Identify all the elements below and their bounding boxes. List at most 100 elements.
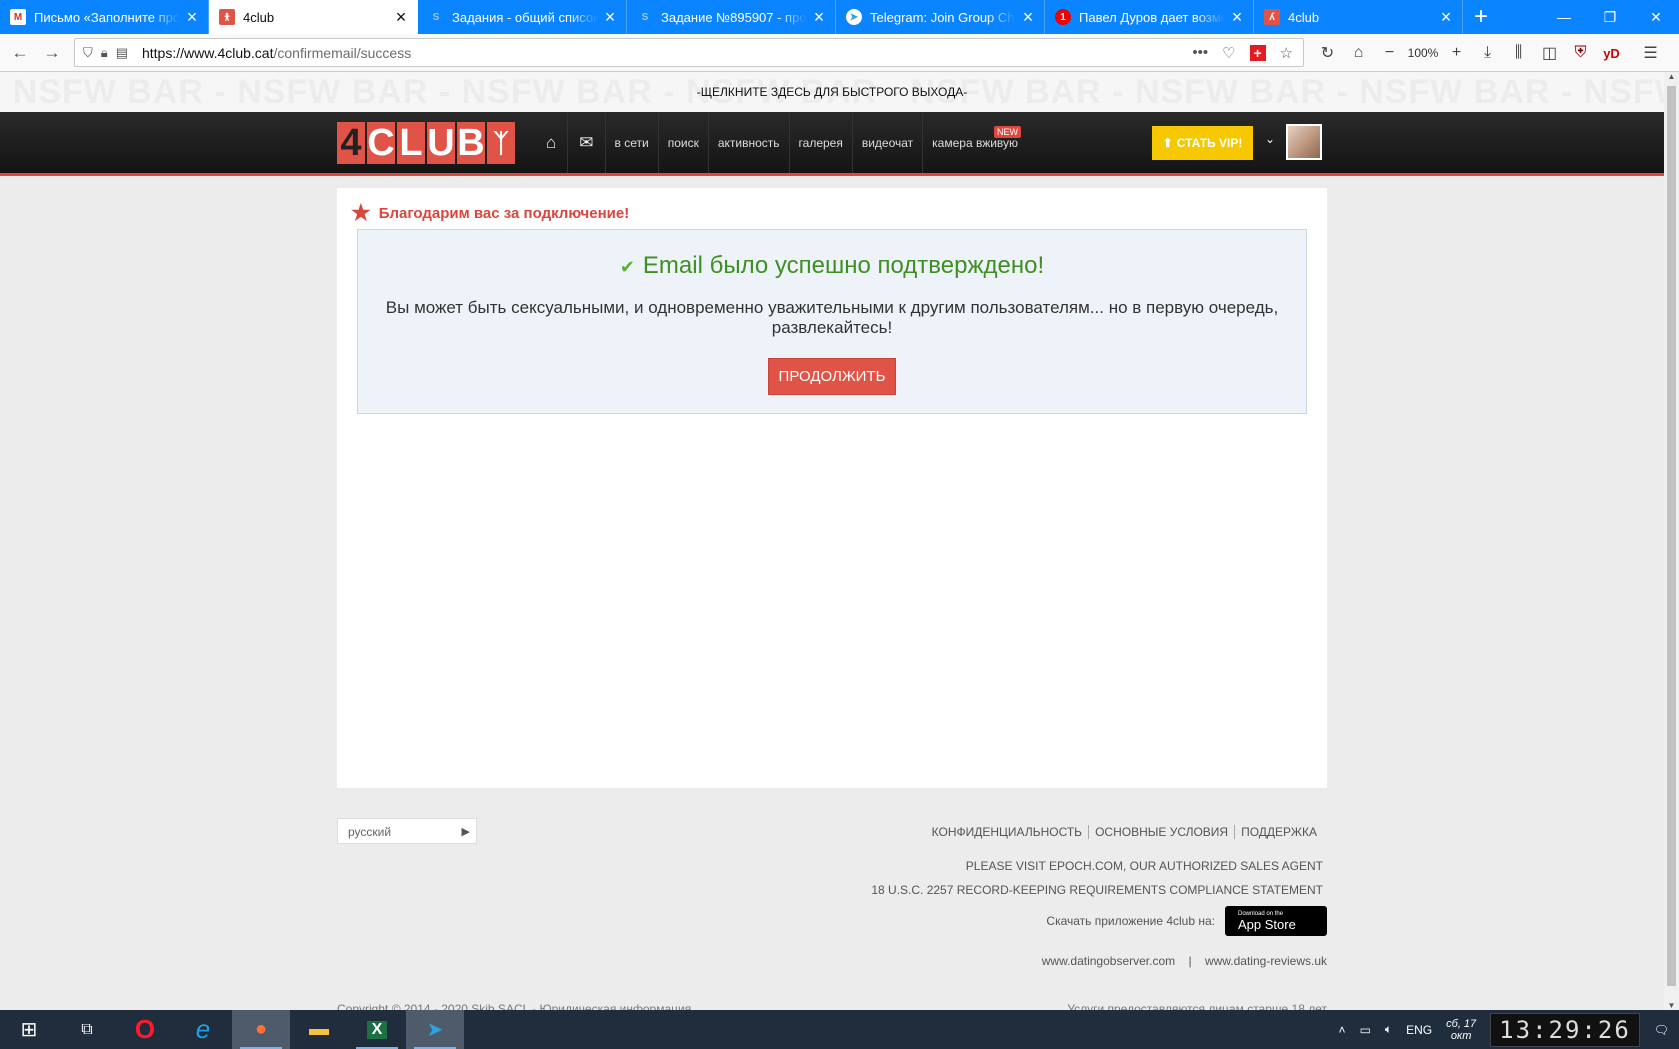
zoom-level[interactable]: 100% — [1405, 46, 1441, 60]
continue-button[interactable]: ПРОДОЛЖИТЬ — [767, 358, 897, 395]
mail-nav-icon[interactable]: ✉ — [567, 112, 604, 173]
vertical-scrollbar[interactable]: ▲ ▼ — [1664, 72, 1679, 1010]
task-view-icon[interactable]: ⧉ — [58, 1010, 116, 1049]
download-icon[interactable]: ⤓ — [1472, 44, 1503, 62]
reload-icon[interactable]: ↻ — [1312, 43, 1343, 63]
support-link[interactable]: ПОДДЕРЖКА — [1234, 825, 1323, 839]
close-tab-icon[interactable]: × — [1020, 8, 1036, 26]
bookmark-star-icon[interactable]: ☆ — [1280, 44, 1293, 62]
footer-links: КОНФИДЕНЦИАЛЬНОСТЬ ОСНОВНЫЕ УСЛОВИЯ ПОДД… — [926, 825, 1323, 839]
nav-gallery[interactable]: галерея — [788, 112, 852, 173]
tab-4club-active[interactable]: 𐀪 4club × — [209, 0, 418, 34]
volume-icon[interactable]: 🔈︎ — [1385, 1022, 1392, 1037]
close-tab-icon[interactable]: × — [1229, 8, 1245, 26]
url-text[interactable]: https://www.4club.cat/confirmemail/succe… — [142, 45, 411, 61]
language-select[interactable]: русский ▶ — [337, 818, 477, 844]
app-store-badge[interactable]: Download on the App Store — [1225, 906, 1327, 936]
scroll-up-icon[interactable]: ▲ — [1664, 72, 1679, 81]
zoom-in-icon[interactable]: + — [1441, 44, 1472, 62]
play-arrow-icon: ▶ — [461, 826, 470, 838]
app-store-big: App Store — [1238, 917, 1296, 932]
ublock-icon[interactable]: ⛨ — [1565, 44, 1596, 62]
scroll-down-icon[interactable]: ▼ — [1664, 1001, 1679, 1010]
language-value: русский — [348, 825, 392, 839]
home-icon[interactable]: ⌂ — [1343, 44, 1374, 62]
file-explorer-icon[interactable]: ▬ — [290, 1010, 348, 1049]
tab-tasks-list[interactable]: S Задания - общий список за × — [418, 0, 627, 34]
menu-icon[interactable]: ☰ — [1635, 43, 1666, 63]
4club-icon: ʎ — [1264, 9, 1280, 25]
nav-search[interactable]: поиск — [657, 112, 708, 173]
nav-activity[interactable]: активность — [707, 112, 789, 173]
swiss-flag-icon[interactable]: + — [1249, 44, 1266, 61]
close-tab-icon[interactable]: × — [1438, 8, 1454, 26]
app-download-text: Скачать приложение 4club на: — [1046, 914, 1215, 928]
tab-4club-2[interactable]: ʎ 4club × — [1254, 0, 1463, 34]
avatar[interactable] — [1286, 124, 1322, 160]
telegram-icon: ➤ — [846, 9, 862, 25]
page-info-icon[interactable]: ▤ — [116, 45, 128, 61]
clock[interactable]: 13:29:26 — [1490, 1012, 1640, 1047]
system-tray: ˄ ▭ 🔈︎ ENG сб, 17 окт 13:29:26 🗨︎ — [1339, 1012, 1679, 1047]
arrow-up-icon: ⬆ — [1162, 136, 1173, 150]
minimize-icon[interactable]: — — [1541, 0, 1587, 34]
firefox-icon[interactable]: ● — [232, 1010, 290, 1049]
start-icon[interactable]: ⊞ — [0, 1010, 58, 1049]
action-center-icon[interactable]: 🗨︎ — [1654, 1023, 1669, 1037]
address-bar[interactable]: ⛉ 🔒︎ ▤ https://www.4club.cat/confirmemai… — [74, 38, 1304, 67]
opera-icon[interactable]: O — [116, 1010, 174, 1049]
tab-title: 4club — [1288, 9, 1320, 25]
shield-icon[interactable]: ⛉ — [83, 45, 93, 61]
tray-chevron-icon[interactable]: ˄ — [1339, 1023, 1346, 1037]
telegram-taskbar-icon[interactable]: ➤ — [406, 1010, 464, 1049]
star-icon: ★ — [351, 200, 371, 225]
close-tab-icon[interactable]: × — [184, 8, 200, 26]
separator: | — [1188, 954, 1192, 968]
tab-title: Задания - общий список за — [452, 9, 598, 25]
zoom-out-icon[interactable]: − — [1374, 44, 1405, 62]
home-nav-icon[interactable]: ⌂ — [535, 112, 567, 173]
close-window-icon[interactable]: ✕ — [1633, 0, 1679, 34]
yandex-disk-icon[interactable]: yD — [1596, 46, 1627, 61]
terms-link[interactable]: ОСНОВНЫЕ УСЛОВИЯ — [1088, 825, 1234, 839]
notification-icon: 1 — [1055, 9, 1071, 25]
privacy-link[interactable]: КОНФИДЕНЦИАЛЬНОСТЬ — [926, 825, 1088, 839]
site-logo[interactable]: 4 C L U B ᛉ — [337, 122, 515, 164]
partner-link-1[interactable]: www.datingobserver.com — [1042, 954, 1175, 968]
new-tab-button[interactable]: + — [1463, 0, 1499, 34]
partner-link-2[interactable]: www.dating-reviews.uk — [1205, 954, 1327, 968]
close-tab-icon[interactable]: × — [811, 8, 827, 26]
tab-telegram[interactable]: ➤ Telegram: Join Group Chat × — [836, 0, 1045, 34]
restore-icon[interactable]: ❐ — [1587, 0, 1633, 34]
internet-explorer-icon[interactable]: e — [174, 1010, 232, 1049]
excel-icon[interactable]: X — [348, 1010, 406, 1049]
lock-icon[interactable]: 🔒︎ — [101, 45, 108, 61]
pocket-icon[interactable]: ♡ — [1222, 44, 1235, 62]
sidebar-icon[interactable]: ◫ — [1534, 43, 1565, 63]
date[interactable]: сб, 17 окт — [1446, 1018, 1476, 1042]
epoch-link[interactable]: PLEASE VISIT EPOCH.COM, OUR AUTHORIZED S… — [966, 859, 1323, 873]
nsfw-bar[interactable]: - NSFW BAR - NSFW BAR - NSFW BAR - NSFW … — [0, 72, 1664, 112]
back-button[interactable]: ← — [4, 38, 36, 68]
become-vip-button[interactable]: ⬆ СТАТЬ VIP! — [1152, 126, 1253, 160]
tab-gmail[interactable]: M Письмо «Заполните проф × — [0, 0, 209, 34]
library-icon[interactable]: ⫼ — [1503, 44, 1534, 62]
tab-task-895907[interactable]: S Задание №895907 - просмо × — [627, 0, 836, 34]
scrollbar-thumb[interactable] — [1667, 86, 1676, 986]
forward-button[interactable]: → — [36, 38, 68, 68]
nav-online[interactable]: в сети — [604, 112, 658, 173]
nav-videochat[interactable]: видеочат — [851, 112, 922, 173]
network-icon[interactable]: ▭ — [1360, 1023, 1371, 1037]
logo-letter: B — [457, 121, 485, 164]
input-language[interactable]: ENG — [1406, 1023, 1432, 1037]
more-actions-icon[interactable]: ••• — [1192, 44, 1208, 61]
tab-durov[interactable]: 1 Павел Дуров дает возможн × — [1045, 0, 1254, 34]
navigation-toolbar: ← → ⛉ 🔒︎ ▤ https://www.4club.cat/confirm… — [0, 34, 1679, 72]
chevron-down-icon[interactable]: ⌄ — [1265, 132, 1275, 146]
close-tab-icon[interactable]: × — [602, 8, 618, 26]
date-month: окт — [1450, 1029, 1472, 1042]
quick-exit-link[interactable]: -ЩЕЛКНИТЕ ЗДЕСЬ ДЛЯ БЫСТРОГО ВЫХОДА- — [0, 72, 1664, 112]
compliance-link[interactable]: 18 U.S.C. 2257 RECORD-KEEPING REQUIREMEN… — [871, 883, 1323, 897]
nav-live-cam[interactable]: камера вживую NEW — [922, 112, 1027, 173]
close-tab-icon[interactable]: × — [393, 8, 409, 26]
